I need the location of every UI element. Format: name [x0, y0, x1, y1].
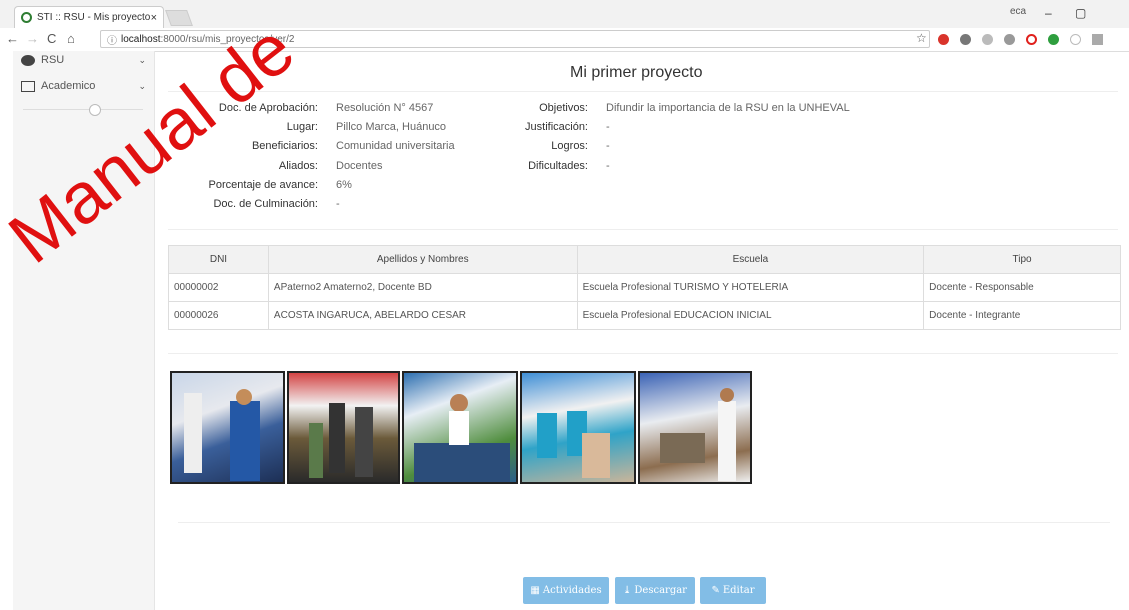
column-header[interactable]: Tipo	[923, 245, 1121, 274]
project-photo[interactable]	[520, 371, 636, 484]
descargar-button[interactable]: ⤓ Descargar	[615, 577, 695, 604]
field-value: Difundir la importancia de la RSU en la …	[606, 102, 850, 114]
column-header[interactable]: Apellidos y Nombres	[267, 245, 578, 274]
button-label: Descargar	[634, 585, 687, 596]
user-label[interactable]: eca	[1010, 6, 1026, 17]
divider	[178, 522, 1110, 523]
adblock-icon[interactable]	[938, 34, 949, 45]
project-photo[interactable]	[287, 371, 400, 484]
table-row: 00000026 ACOSTA INGARUCA, ABELARDO CESAR…	[168, 301, 1121, 330]
field-label: Justificación:	[525, 121, 588, 133]
button-label: Actividades	[542, 585, 602, 596]
button-label: Editar	[722, 585, 755, 596]
sidebar-toggle-icon[interactable]	[89, 104, 101, 116]
field-value: -	[606, 140, 610, 152]
shield-icon[interactable]	[1048, 34, 1059, 45]
back-icon[interactable]: ←	[6, 31, 19, 46]
opera-icon[interactable]	[1026, 34, 1037, 45]
table-cell: 00000002	[168, 273, 269, 302]
extension-icon[interactable]	[960, 34, 971, 45]
sidebar-item-rsu[interactable]: RSU ⌄	[13, 49, 154, 71]
field-label: Doc. de Culminación:	[213, 198, 318, 210]
members-table: DNI Apellidos y Nombres Escuela Tipo 000…	[168, 245, 1121, 330]
reload-icon[interactable]: C	[47, 31, 56, 46]
field-value: -	[606, 121, 610, 133]
browser-tab-strip: STI :: RSU - Mis proyecto × eca – ▢	[0, 0, 1129, 28]
tab-close-icon[interactable]: ×	[151, 12, 157, 24]
new-tab-button[interactable]	[165, 10, 193, 26]
sidebar-item-label: RSU	[41, 54, 65, 66]
extension-icon[interactable]	[1004, 34, 1015, 45]
edit-icon: ✎	[711, 585, 720, 596]
browser-tab[interactable]: STI :: RSU - Mis proyecto ×	[14, 6, 164, 28]
extension-icon[interactable]	[1070, 34, 1081, 45]
divider	[168, 353, 1118, 354]
info-icon[interactable]: ⓘ	[107, 32, 117, 47]
field-label: Dificultades:	[528, 160, 588, 172]
field-value: Docentes	[336, 160, 383, 172]
filter-icon[interactable]	[1092, 34, 1103, 45]
column-header[interactable]: Escuela	[576, 245, 925, 274]
monitor-icon	[21, 80, 35, 92]
column-header[interactable]: DNI	[168, 245, 269, 274]
table-cell: 00000026	[168, 301, 269, 330]
table-cell: Docente - Responsable	[923, 273, 1121, 302]
actividades-button[interactable]: ▦ Actividades	[523, 577, 609, 604]
page-title: Mi primer proyecto	[570, 64, 703, 81]
minimize-icon[interactable]: –	[1045, 6, 1052, 20]
field-value: Resolución N° 4567	[336, 102, 434, 114]
bookmark-star-icon[interactable]: ☆	[916, 31, 927, 45]
table-cell: Escuela Profesional TURISMO Y HOTELERIA	[576, 273, 925, 302]
tab-title: STI :: RSU - Mis proyecto	[37, 12, 151, 23]
home-icon[interactable]: ⌂	[67, 31, 75, 46]
leaf-icon	[21, 54, 35, 66]
divider	[168, 91, 1118, 92]
url-host: localhost	[121, 33, 161, 45]
project-photo[interactable]	[170, 371, 285, 484]
table-row: 00000002 APaterno2 Amaterno2, Docente BD…	[168, 273, 1121, 302]
forward-icon[interactable]: →	[26, 31, 39, 46]
project-photo[interactable]	[638, 371, 752, 484]
sidebar-item-label: Academico	[41, 80, 96, 92]
editar-button[interactable]: ✎ Editar	[700, 577, 766, 604]
sidebar-divider	[23, 109, 143, 110]
field-label: Objetivos:	[539, 102, 588, 114]
page-left-edge	[0, 51, 13, 610]
table-cell: Docente - Integrante	[923, 301, 1121, 330]
table-header-row: DNI Apellidos y Nombres Escuela Tipo	[168, 245, 1121, 274]
maximize-icon[interactable]: ▢	[1075, 6, 1086, 20]
download-icon: ⤓	[623, 585, 632, 596]
extension-icon[interactable]	[982, 34, 993, 45]
divider	[168, 229, 1118, 230]
field-value: Pillco Marca, Huánuco	[336, 121, 447, 133]
field-label: Logros:	[551, 140, 588, 152]
project-photo[interactable]	[402, 371, 518, 484]
table-cell: APaterno2 Amaterno2, Docente BD	[267, 273, 578, 302]
globe-favicon-icon	[21, 12, 32, 23]
field-value: -	[606, 160, 610, 172]
calendar-icon: ▦	[530, 585, 540, 596]
field-value: Comunidad universitaria	[336, 140, 455, 152]
chevron-down-icon: ⌄	[138, 80, 146, 91]
field-value: -	[336, 198, 340, 210]
table-cell: ACOSTA INGARUCA, ABELARDO CESAR	[267, 301, 578, 330]
field-value: 6%	[336, 179, 352, 191]
browser-toolbar: ← → C ⌂ ⓘ localhost :8000/rsu/mis_proyec…	[0, 28, 1129, 52]
sidebar-item-academico[interactable]: Academico ⌄	[13, 75, 154, 97]
table-cell: Escuela Profesional EDUCACION INICIAL	[576, 301, 925, 330]
chevron-down-icon: ⌄	[138, 54, 146, 65]
field-label: Porcentaje de avance:	[208, 179, 318, 191]
